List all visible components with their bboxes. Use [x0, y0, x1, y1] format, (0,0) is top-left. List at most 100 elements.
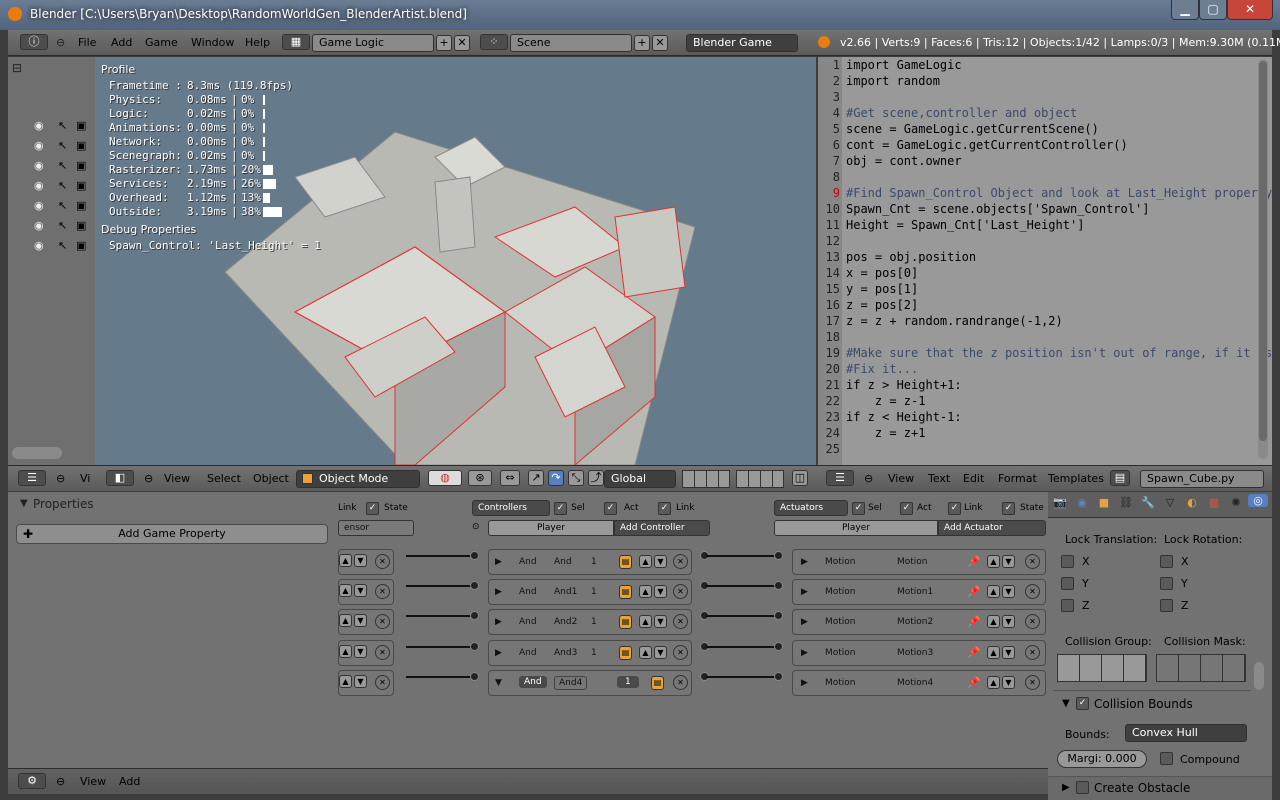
lock-rotation-z-checkbox[interactable] [1160, 599, 1173, 612]
actuator-type[interactable]: Motion [825, 587, 856, 597]
menu-select[interactable]: Select [207, 472, 241, 485]
remove-sensor-icon[interactable]: ✕ [375, 554, 390, 569]
expand-arrow-icon[interactable]: ▶ [801, 648, 808, 658]
move-up-icon[interactable]: ▲ [339, 584, 352, 597]
move-up-icon[interactable]: ▲ [339, 645, 352, 658]
collapse-arrow-icon[interactable]: ▼ [495, 678, 502, 688]
remove-actuator-icon[interactable]: ✕ [1025, 554, 1040, 569]
controllers-player-field[interactable]: Player [488, 520, 614, 536]
code-line[interactable]: 14 x = pos[0] [818, 266, 1258, 282]
collapse-icon[interactable]: ⊖ [56, 472, 65, 485]
remove-controller-icon[interactable]: ✕ [673, 645, 688, 660]
collapse-icon[interactable]: ⊖ [864, 472, 873, 485]
code-line[interactable]: 16 z = pos[2] [818, 298, 1258, 314]
close-button[interactable]: ✕ [1227, 0, 1273, 20]
expand-arrow-icon[interactable]: ▶ [495, 617, 502, 627]
actuator-input-socket[interactable] [774, 672, 783, 681]
outliner-row[interactable]: ◉ ↖ ▣ [34, 199, 94, 213]
priority-icon[interactable]: ▤ [651, 676, 664, 690]
move-down-icon[interactable]: ▼ [354, 584, 367, 597]
orientation-select[interactable]: Global [604, 470, 676, 488]
text-file-field[interactable]: Spawn_Cube.py [1140, 470, 1264, 488]
priority-icon[interactable]: ▤ [619, 585, 632, 599]
actuator-type[interactable]: Motion [825, 678, 856, 688]
actuator-input-socket[interactable] [774, 611, 783, 620]
actuator-name[interactable]: Motion4 [897, 678, 933, 688]
code-line[interactable]: 1 import GameLogic [818, 58, 1258, 74]
viewport-shading-icon[interactable]: ◍ [428, 470, 462, 486]
3d-view-editor-icon[interactable]: ◧ [106, 470, 134, 486]
move-down-icon[interactable]: ▼ [1002, 676, 1015, 689]
actuator-brick[interactable]: ▶ Motion Motion4 📌 ▲ ▼ ✕ [792, 670, 1046, 696]
render-tab-icon[interactable]: 📷 [1052, 496, 1068, 509]
actuator-name[interactable]: Motion [897, 557, 928, 567]
code-line[interactable]: 23 if z < Height-1: [818, 410, 1258, 426]
menu-view[interactable]: View [80, 775, 106, 788]
lock-rotation-x-checkbox[interactable] [1160, 555, 1173, 568]
menu-window[interactable]: Window [191, 36, 234, 49]
outliner-row[interactable]: ◉ ↖ ▣ [34, 219, 94, 233]
code-line[interactable]: 7 obj = cont.owner [818, 154, 1258, 170]
actuator-brick[interactable]: ▶ Motion Motion 📌 ▲ ▼ ✕ [792, 549, 1046, 575]
collapse-icon[interactable]: ⊖ [56, 36, 65, 49]
remove-sensor-icon[interactable]: ✕ [375, 614, 390, 629]
margin-field[interactable]: Margi: 0.000 [1057, 750, 1147, 768]
actuator-brick[interactable]: ▶ Motion Motion1 📌 ▲ ▼ ✕ [792, 579, 1046, 605]
remove-actuator-icon[interactable]: ✕ [1025, 584, 1040, 599]
text-editor-type-icon[interactable]: ☰ [826, 470, 854, 486]
screen-layout-icon[interactable]: ▦ [282, 34, 310, 50]
move-down-icon[interactable]: ▼ [654, 585, 667, 598]
screen-layout-field[interactable]: Game Logic [312, 34, 434, 52]
code-line[interactable]: 15 y = pos[1] [818, 282, 1258, 298]
actuators-act-checkbox[interactable]: ✓ [900, 502, 913, 515]
menu-add[interactable]: Add [111, 36, 132, 49]
move-down-icon[interactable]: ▼ [1002, 646, 1015, 659]
remove-sensor-icon[interactable]: ✕ [375, 645, 390, 660]
physics-tab-icon[interactable]: ◎ [1248, 494, 1268, 507]
sensors-state-checkbox[interactable]: ✓ [366, 502, 379, 515]
lock-translation-y-checkbox[interactable] [1061, 577, 1074, 590]
expand-arrow-icon[interactable]: ▶ [801, 587, 808, 597]
create-obstacle-checkbox[interactable] [1076, 781, 1089, 794]
move-down-icon[interactable]: ▼ [1002, 585, 1015, 598]
outliner-editor-icon[interactable]: ☰ [18, 470, 46, 486]
controller-state[interactable]: 1 [591, 557, 597, 567]
particles-tab-icon[interactable]: ✺ [1228, 496, 1244, 509]
outliner-row[interactable]: ◉ ↖ ▣ [34, 159, 94, 173]
collision-mask-grid[interactable] [1156, 654, 1246, 682]
actuator-type[interactable]: Motion [825, 648, 856, 658]
controller-type[interactable]: And [519, 587, 537, 597]
actuator-brick[interactable]: ▶ Motion Motion3 📌 ▲ ▼ ✕ [792, 640, 1046, 666]
editor-type-icon[interactable]: ⓘ [20, 34, 48, 50]
add-game-property-button[interactable]: ✚ Add Game Property [16, 524, 328, 544]
move-up-icon[interactable]: ▲ [639, 615, 652, 628]
collision-bounds-checkbox[interactable]: ✓ [1076, 697, 1089, 710]
remove-controller-icon[interactable]: ✕ [673, 584, 688, 599]
expand-arrow-icon[interactable]: ▶ [801, 678, 808, 688]
move-down-icon[interactable]: ▼ [654, 646, 667, 659]
controller-type[interactable]: And [519, 617, 537, 627]
sensor-brick[interactable]: ▲ ▼ ✕ [338, 579, 394, 605]
menu-object[interactable]: Object [253, 472, 289, 485]
pin-icon[interactable]: 📌 [967, 555, 981, 568]
controller-name[interactable]: And4 [554, 676, 588, 690]
rotate-icon[interactable]: ↷ [548, 470, 564, 486]
code-line[interactable]: 25 [818, 442, 1258, 458]
sensor-output-socket[interactable] [470, 611, 479, 620]
controller-brick[interactable]: ▶ And And1 1 ▤ ▲ ▼ ✕ [488, 579, 692, 605]
code-line[interactable]: 20 #Fix it... [818, 362, 1258, 378]
remove-actuator-icon[interactable]: ✕ [1025, 614, 1040, 629]
text-datablock-icon[interactable]: ▤ [1110, 470, 1130, 486]
sensor-brick[interactable]: ▲ ▼ ✕ [338, 670, 394, 696]
actuator-input-socket[interactable] [774, 581, 783, 590]
pivot-icon[interactable]: ⊛ [468, 470, 492, 486]
sensor-brick[interactable]: ▲ ▼ ✕ [338, 549, 394, 575]
controller-type[interactable]: And [519, 557, 537, 567]
scene-icon[interactable]: ⁘ [480, 34, 508, 50]
controllers-state-dot-icon[interactable]: ⊙ [472, 522, 480, 532]
actuator-name[interactable]: Motion2 [897, 617, 933, 627]
sensors-type-select[interactable]: ensor [338, 520, 414, 536]
lock-layers-icon[interactable]: ◫ [792, 470, 808, 486]
minimize-button[interactable]: ▁ [1171, 0, 1199, 20]
object-mode-select[interactable]: Object Mode [296, 470, 420, 488]
